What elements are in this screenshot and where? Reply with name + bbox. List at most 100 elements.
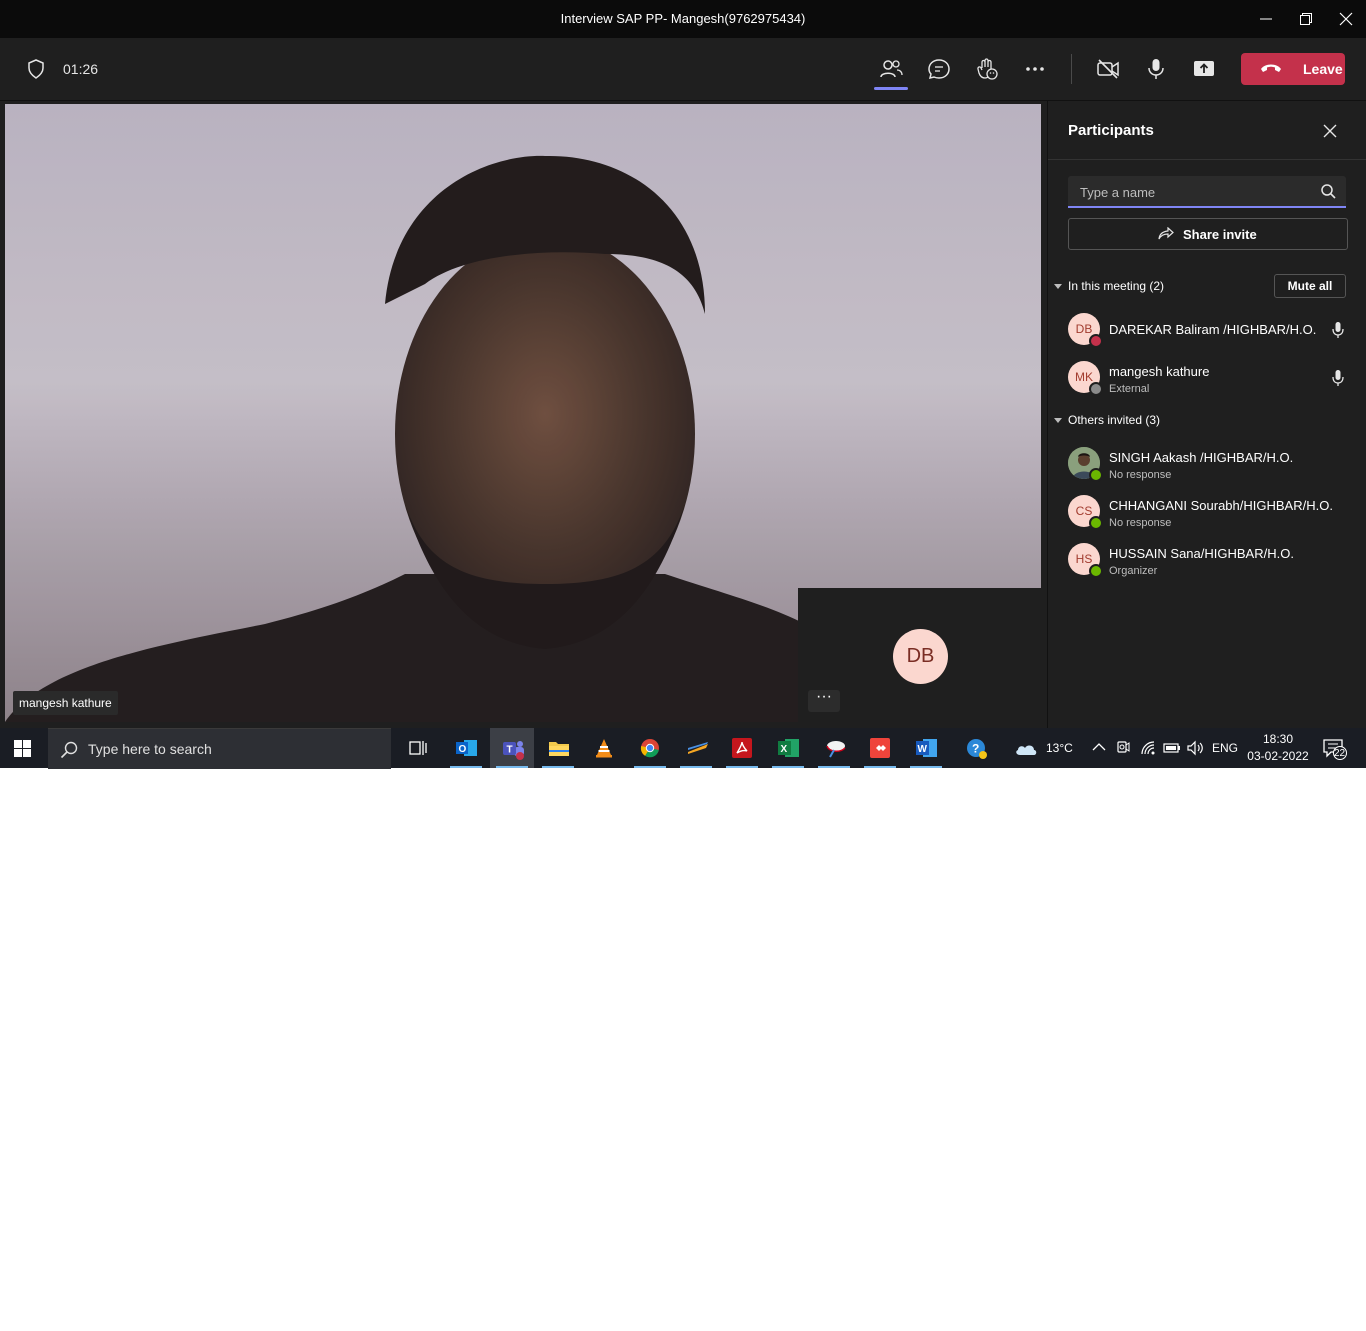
participant-row[interactable]: SINGH Aakash /HIGHBAR/H.O. No response [1068,443,1358,483]
taskbar-anydesk[interactable] [858,728,902,768]
search-input[interactable] [1078,182,1312,202]
shield-icon [28,59,44,79]
share-screen-button[interactable] [1187,52,1221,86]
others-invited-label: Others invited (3) [1068,413,1161,427]
participant-name-tag: mangesh kathure [13,691,118,715]
close-window-button[interactable] [1326,0,1366,38]
mic-toggle-button[interactable] [1139,52,1173,86]
svg-text:T: T [507,745,513,756]
windows-taskbar: Type here to search O T X W ? 13°C ENG 1… [0,728,1366,769]
taskbar-file-explorer[interactable] [536,728,580,768]
participant-mic-button[interactable] [1332,369,1344,392]
excel-icon: X [778,739,799,757]
presence-status-icon [1089,468,1103,482]
self-tile-more-button[interactable]: ··· [808,689,840,712]
chat-button[interactable] [922,52,956,86]
taskbar-teams[interactable]: T [490,728,534,768]
participant-row[interactable]: CS CHHANGANI Sourabh/HIGHBAR/H.O. No respo… [1068,491,1358,531]
taskbar-app-blue[interactable] [674,728,718,768]
taskbar-clock[interactable]: 18:30 03-02-2022 [1244,731,1312,765]
svg-text:O: O [459,744,467,755]
chevron-up-icon[interactable] [1092,742,1106,752]
more-actions-button[interactable] [1018,52,1052,86]
task-view-button[interactable] [396,728,440,768]
panel-title: Participants [1068,122,1154,139]
taskbar-app-tool[interactable] [812,728,856,768]
close-icon [1323,124,1337,138]
participant-row[interactable]: MK mangesh kathure External [1068,357,1358,397]
mute-all-button[interactable]: Mute all [1274,274,1346,298]
participant-name: mangesh kathure [1109,364,1210,379]
participant-role: No response [1109,517,1172,529]
toolbar-separator [1071,54,1072,84]
acrobat-icon [732,738,752,758]
sap-logon-icon [688,742,708,754]
people-icon [880,60,903,78]
panel-close-button[interactable] [1322,123,1340,141]
taskbar-vlc[interactable] [582,728,626,768]
minimize-button[interactable] [1246,0,1286,38]
participants-button[interactable] [874,52,908,90]
others-invited-section-toggle[interactable]: Others invited (3) [1054,413,1160,427]
participant-name: HUSSAIN Sana/HIGHBAR/H.O. [1109,546,1294,561]
help-icon: ? [967,739,987,759]
leave-button[interactable]: Leave [1241,53,1345,85]
meet-now-icon[interactable] [1116,739,1130,757]
action-center-button[interactable]: 22 [1323,738,1347,765]
participant-search[interactable] [1068,176,1346,208]
participants-panel: Participants Share invite In this meetin… [1047,101,1366,728]
running-indicator [496,766,528,768]
participant-row[interactable]: HS HUSSAIN Sana/HIGHBAR/H.O. Organizer [1068,539,1358,579]
in-meeting-label: In this meeting (2) [1068,279,1165,293]
running-indicator [450,766,482,768]
participant-row[interactable]: DB DAREKAR Baliram /HIGHBAR/H.O. [1068,309,1358,349]
battery-icon[interactable] [1163,742,1181,754]
wifi-icon[interactable] [1140,740,1156,756]
participant-name: SINGH Aakash /HIGHBAR/H.O. [1109,450,1294,465]
vlc-icon [596,739,612,758]
taskbar-word[interactable]: W [904,728,948,768]
weather-temperature[interactable]: 13°C [1046,741,1073,755]
close-icon [1339,12,1353,26]
windows-logo-icon [14,740,31,757]
restore-button[interactable] [1286,0,1326,38]
window-title: Interview SAP PP- Mangesh(9762975434) [560,11,806,26]
start-button[interactable] [14,740,32,763]
anydesk-icon [870,738,890,758]
reactions-button[interactable] [970,52,1004,86]
taskbar-help[interactable]: ? [954,728,998,768]
outlook-icon: O [456,740,477,756]
taskbar-search[interactable]: Type here to search [48,728,391,769]
taskbar-excel[interactable]: X [766,728,810,768]
svg-text:W: W [918,744,928,755]
taskbar-chrome[interactable] [628,728,672,768]
in-meeting-section-toggle[interactable]: In this meeting (2) [1054,279,1164,293]
search-icon [60,741,78,759]
clock-date: 03-02-2022 [1247,749,1309,763]
volume-icon[interactable] [1186,740,1204,756]
word-icon: W [916,739,937,757]
task-view-icon [409,741,427,755]
participant-role: No response [1109,469,1172,481]
avatar: DB [893,629,948,684]
svg-text:X: X [781,744,788,755]
restore-icon [1300,13,1312,25]
meeting-timer: 01:26 [63,61,99,77]
mic-icon [1332,322,1344,338]
hang-up-icon [1261,64,1281,72]
minimize-icon [1260,18,1272,20]
taskbar-acrobat[interactable] [720,728,764,768]
share-invite-button[interactable]: Share invite [1068,218,1348,250]
meeting-toolbar: 01:26 Leave [0,38,1366,101]
camera-toggle-button[interactable] [1091,52,1125,86]
taskbar-outlook[interactable]: O [444,728,488,768]
raise-hand-icon [977,58,998,80]
taskbar-search-placeholder: Type here to search [88,741,212,757]
participant-mic-button[interactable] [1332,321,1344,344]
search-icon [1321,184,1336,199]
clock-time: 18:30 [1262,732,1294,746]
share-icon [1158,227,1174,240]
title-bar: Interview SAP PP- Mangesh(9762975434) [0,0,1366,38]
chrome-icon [640,739,659,758]
language-indicator[interactable]: ENG [1212,741,1238,755]
